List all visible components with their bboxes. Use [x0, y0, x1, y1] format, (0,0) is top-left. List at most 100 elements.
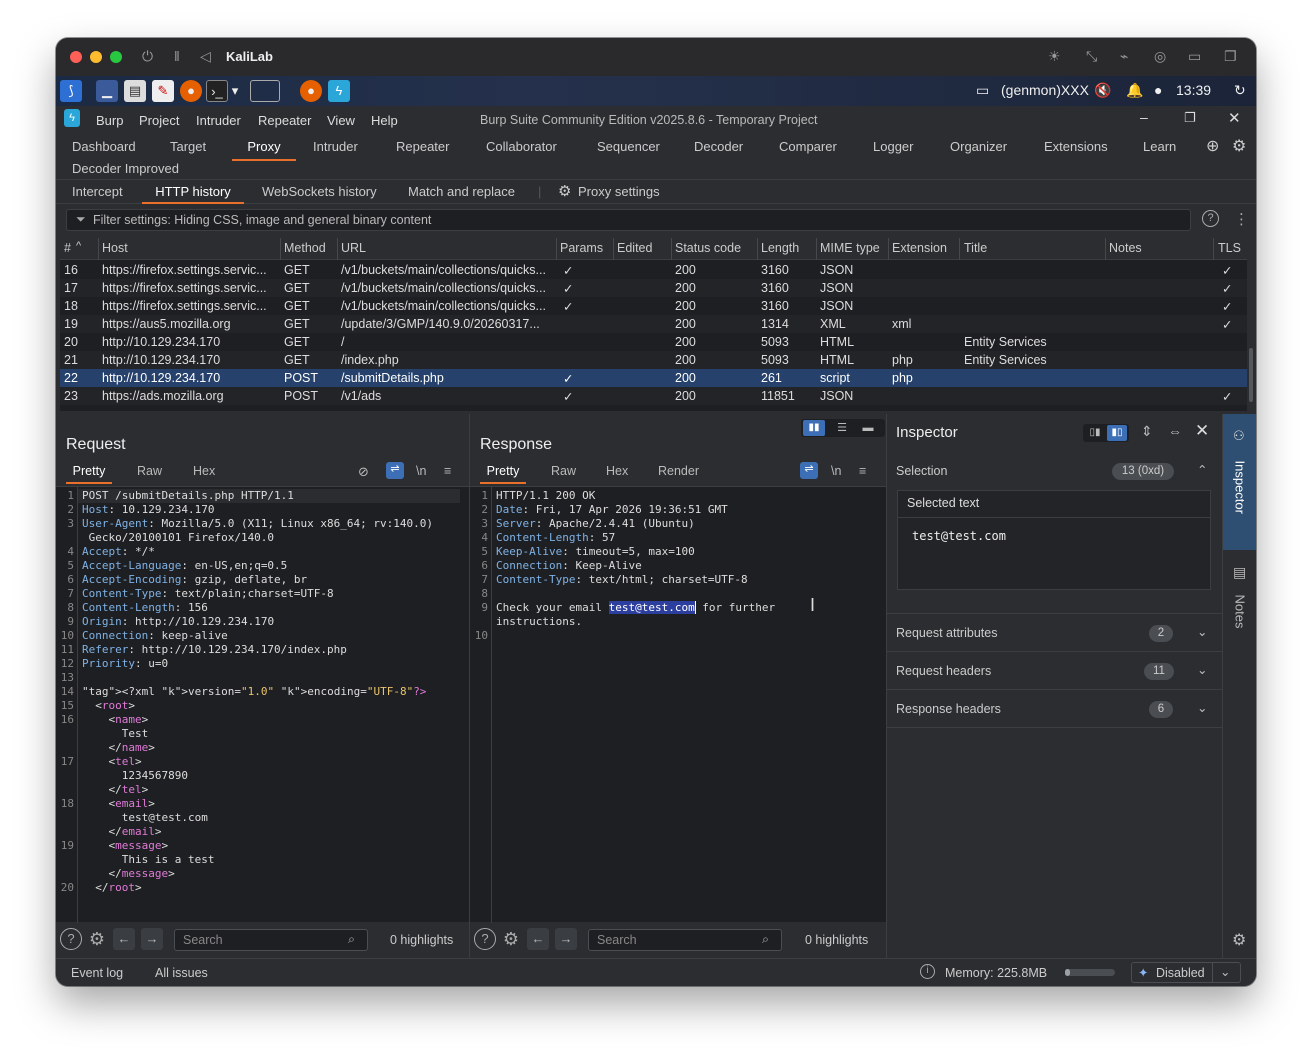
gear-icon[interactable]: ⚙ [558, 182, 571, 200]
brightness-icon[interactable]: ☀ [1048, 48, 1061, 65]
tab-websockets-history[interactable]: WebSockets history [262, 184, 377, 199]
firefox-icon[interactable]: ● [180, 80, 202, 102]
response-headers-section[interactable]: Response headers 6 ⌄ [887, 690, 1223, 728]
col-length[interactable]: Length [761, 241, 799, 255]
burp-window-icon[interactable]: ϟ [328, 80, 350, 102]
col-notes[interactable]: Notes [1109, 241, 1142, 255]
next-icon[interactable]: → [555, 928, 577, 950]
tab-organizer[interactable]: Organizer [950, 139, 1007, 154]
menu-view[interactable]: View [327, 113, 355, 128]
notes-side-tab[interactable]: ▤ Notes [1223, 564, 1256, 644]
menu-burp[interactable]: Burp [96, 113, 123, 128]
request-editor[interactable]: 1 2 3 4 5 6 7 8 9 10 11 12 13 14 15 16 17 18 19 20 POST /su… [56, 486, 469, 923]
expand-all-icon[interactable]: ⇕ [1141, 423, 1153, 440]
chevron-down-icon[interactable]: ⌄ [1197, 662, 1207, 677]
bell-icon[interactable]: 🔔 [1126, 82, 1143, 99]
layout-right-icon[interactable]: ▮▯ [1107, 425, 1127, 441]
table-row[interactable]: 21 http://10.129.234.170 GET/index.php 200 5… [60, 351, 1247, 369]
col-status[interactable]: Status code [675, 241, 741, 255]
filter-bar[interactable]: ⏷ Filter settings: Hiding CSS, image and… [66, 209, 1191, 231]
request-headers-section[interactable]: Request headers 11 ⌄ [887, 652, 1223, 690]
menu-icon[interactable]: ≡ [444, 464, 451, 478]
layout-side-icon[interactable]: ▮▮ [803, 420, 825, 436]
request-attributes-section[interactable]: Request attributes 2 ⌄ [887, 614, 1223, 652]
tab-repeater[interactable]: Repeater [396, 139, 449, 154]
tab-extensions[interactable]: Extensions [1044, 139, 1108, 154]
response-tab-pretty[interactable]: Pretty [480, 464, 526, 484]
newline-icon[interactable]: \n [831, 464, 841, 478]
kali-menu-icon[interactable]: ⟆ [60, 80, 82, 102]
terminal-icon[interactable]: ›_ [206, 80, 228, 102]
request-tab-hex[interactable]: Hex [193, 464, 215, 478]
menu-repeater[interactable]: Repeater [258, 113, 311, 128]
ai-dropdown[interactable]: ✦ Disabled ⌄ [1131, 962, 1241, 983]
zoom-window-button[interactable] [110, 51, 122, 63]
usb-icon[interactable]: ⌁ [1120, 48, 1128, 65]
editor-icon[interactable]: ✎ [152, 80, 174, 102]
window-icon[interactable]: ❐ [1224, 48, 1237, 65]
response-tab-raw[interactable]: Raw [551, 464, 576, 478]
tab-decoder[interactable]: Decoder [694, 139, 743, 154]
col-title[interactable]: Title [964, 241, 987, 255]
help-icon[interactable]: ? [474, 928, 496, 950]
tab-collaborator[interactable]: Collaborator [486, 139, 557, 154]
col-number[interactable]: # [64, 241, 71, 255]
vertical-scrollbar[interactable] [1249, 348, 1253, 402]
minimize-window-button[interactable] [90, 51, 102, 63]
tab-sequencer[interactable]: Sequencer [597, 139, 660, 154]
col-params[interactable]: Params [560, 241, 603, 255]
table-row[interactable]: 22 http://10.129.234.170 POST/submitDetail… [60, 369, 1247, 387]
table-row[interactable]: 19 https://aus5.mozilla.org GET/update/3/G… [60, 315, 1247, 333]
back-icon[interactable]: ◁ [200, 48, 211, 65]
event-log-button[interactable]: Event log [71, 966, 123, 980]
menu-intruder[interactable]: Intruder [196, 113, 241, 128]
col-method[interactable]: Method [284, 241, 326, 255]
info-icon[interactable]: i [920, 964, 935, 979]
gear-icon[interactable]: ⚙ [86, 928, 108, 950]
minimize-icon[interactable]: – [1140, 109, 1148, 125]
layout-single-icon[interactable]: ▬ [857, 420, 879, 436]
mute-icon[interactable]: 🔇 [1094, 82, 1111, 99]
gear-icon[interactable]: ⚙ [1232, 136, 1246, 156]
globe-icon[interactable]: ⊕ [1206, 136, 1219, 156]
folder-icon[interactable]: ▭ [1188, 48, 1201, 65]
tab-dashboard[interactable]: Dashboard [72, 139, 136, 154]
selection-label[interactable]: Selection [896, 464, 947, 478]
menu-project[interactable]: Project [139, 113, 179, 128]
updates-icon[interactable]: ● [1154, 82, 1162, 98]
table-row[interactable]: 17 https://firefox.settings.servic... GET /… [60, 279, 1247, 297]
collapse-all-icon[interactable]: ⇔ [1168, 423, 1182, 439]
col-edited[interactable]: Edited [617, 241, 652, 255]
tab-proxy[interactable]: Proxy [232, 139, 296, 161]
tab-http-history[interactable]: HTTP history [142, 184, 244, 204]
pause-icon[interactable]: ‖ [174, 48, 180, 64]
tab-match-replace[interactable]: Match and replace [408, 184, 515, 199]
chevron-down-icon[interactable]: ⌄ [1197, 624, 1207, 639]
newline-icon[interactable]: \n [416, 464, 426, 478]
response-editor[interactable]: 1 2 3 4 5 6 7 8 9 10 HTTP/1.1 200 OK Date: Fri, 17… [470, 486, 886, 923]
help-icon[interactable]: ? [1202, 210, 1219, 227]
request-tab-raw[interactable]: Raw [137, 464, 162, 478]
previous-icon[interactable]: ← [113, 928, 135, 950]
workspace-icon[interactable] [250, 80, 280, 102]
col-host[interactable]: Host [102, 241, 128, 255]
next-icon[interactable]: → [141, 928, 163, 950]
tab-learn[interactable]: Learn [1143, 139, 1176, 154]
table-row[interactable]: 23 https://ads.mozilla.org POST/v1/ads ✓ 200… [60, 387, 1247, 405]
wrap-icon[interactable]: ⇌ [386, 462, 404, 479]
selected-text-value[interactable]: test@test.com [912, 529, 1006, 543]
col-url[interactable]: URL [341, 241, 366, 255]
menu-help[interactable]: Help [371, 113, 398, 128]
chevron-down-icon[interactable]: ▾ [228, 80, 242, 102]
col-extension[interactable]: Extension [892, 241, 947, 255]
proxy-settings-button[interactable]: Proxy settings [578, 184, 660, 199]
hide-icon[interactable]: ⊘ [358, 464, 369, 480]
network-icon[interactable]: ◎ [1154, 48, 1166, 65]
table-row[interactable]: 20 http://10.129.234.170 GET / 200 5093 HTML En… [60, 333, 1247, 351]
help-icon[interactable]: ? [60, 928, 82, 950]
tab-comparer[interactable]: Comparer [779, 139, 837, 154]
response-tab-hex[interactable]: Hex [606, 464, 628, 478]
tab-target[interactable]: Target [170, 139, 206, 154]
gear-icon[interactable]: ⚙ [1232, 930, 1246, 950]
files-icon[interactable]: ▤ [124, 80, 146, 102]
